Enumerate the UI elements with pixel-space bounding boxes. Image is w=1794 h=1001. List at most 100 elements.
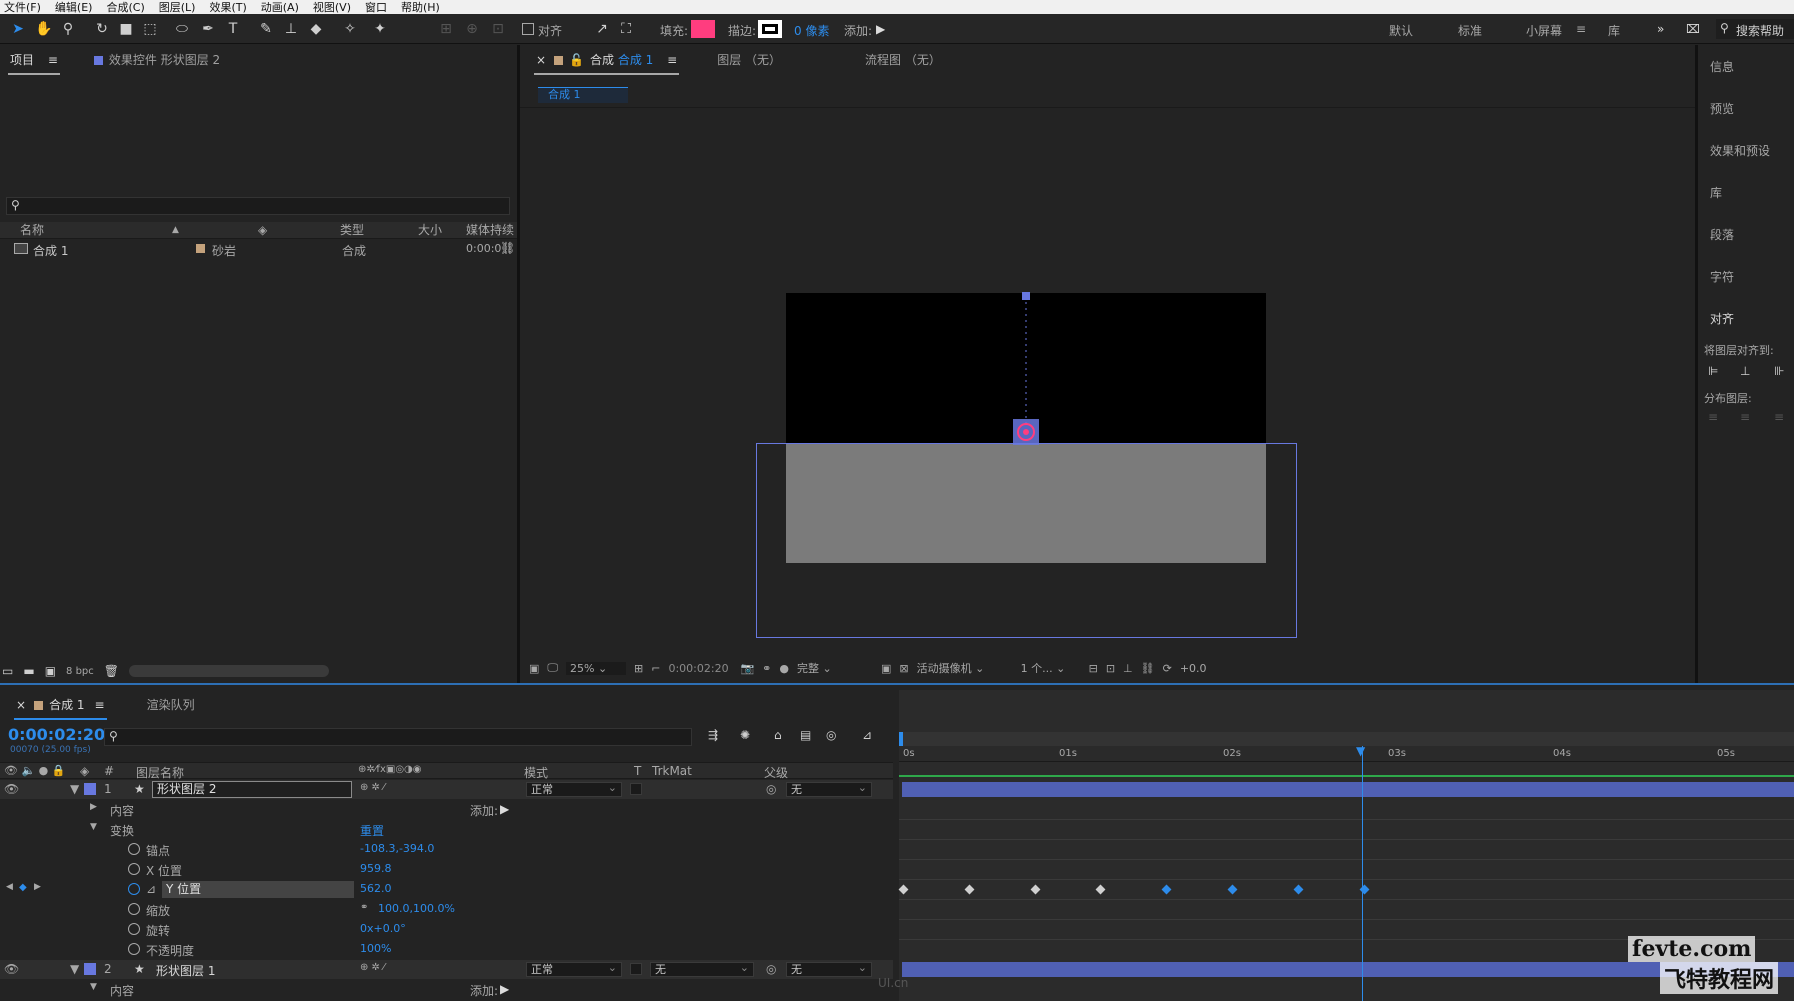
exposure-value[interactable]: +0.0	[1180, 662, 1207, 675]
col-trkmat[interactable]: TrkMat	[652, 764, 692, 778]
menu-view[interactable]: 视图(V)	[313, 0, 351, 15]
distribute-vcenter-icon[interactable]: ≡	[1740, 410, 1750, 424]
delete-icon[interactable]: 🗑	[104, 664, 119, 678]
stopwatch-icon[interactable]	[128, 903, 140, 915]
property-row-content[interactable]: ▶ 内容 添加: ▶	[0, 800, 893, 819]
region-of-interest-icon[interactable]: ⌐	[651, 662, 660, 675]
tab-project[interactable]: 项目 ≡	[0, 45, 68, 75]
flowchart-icon[interactable]: ⛓	[1141, 662, 1155, 675]
workspace-standard[interactable]: 标准	[1458, 22, 1482, 39]
stopwatch-icon[interactable]	[128, 843, 140, 855]
stopwatch-icon[interactable]	[128, 923, 140, 935]
col-type[interactable]: 类型	[340, 222, 364, 238]
pickwhip-icon[interactable]: ◎	[766, 782, 776, 796]
frame-blending-icon[interactable]: ▤	[800, 728, 811, 742]
property-row-ypos[interactable]: ◀ ◆ ▶ ⊿ Y 位置 562.0	[0, 880, 893, 899]
world-axis-icon[interactable]: ⊕	[462, 20, 482, 38]
parent-select[interactable]: 无	[786, 961, 872, 977]
property-row-scale[interactable]: 缩放 ⚭ 100.0,100.0%	[0, 900, 893, 919]
panel-character[interactable]: 字符	[1710, 268, 1734, 285]
motion-blur-icon[interactable]: ◎	[826, 728, 836, 742]
menu-composition[interactable]: 合成(C)	[106, 0, 144, 15]
prop-rotation-value[interactable]: 0x+0.0°	[360, 922, 406, 935]
channel-icon[interactable]: ●	[779, 662, 789, 675]
layer-row[interactable]: 👁 ▼ 1 ★ 形状图层 2 ⊕ ✲ ⁄ 正常 ◎ 无	[0, 780, 893, 799]
toggle-pixel-aspect-icon[interactable]: ⊟	[1089, 662, 1098, 675]
mode-select[interactable]: 正常	[526, 781, 622, 797]
property-row-content[interactable]: ▼ 内容 添加: ▶	[0, 980, 893, 999]
eraser-tool-icon[interactable]: ◆	[306, 20, 326, 38]
playhead-line[interactable]	[1362, 746, 1363, 1001]
pan-behind-tool-icon[interactable]: ⬚	[140, 20, 160, 38]
keyframe-diamond[interactable]	[1227, 884, 1238, 895]
layer-row[interactable]: 👁 ▼ 2 ★ 形状图层 1 ⊕ ✲ ⁄ 正常 无 ◎ 无	[0, 960, 893, 979]
panel-align[interactable]: 对齐	[1710, 310, 1734, 327]
twirl-down-icon[interactable]: ▼	[90, 982, 97, 992]
tab-layer[interactable]: 图层 （无）	[707, 45, 791, 75]
snap-icon[interactable]: ↗	[592, 20, 612, 38]
twirl-down-icon[interactable]: ▼	[90, 822, 97, 832]
workspace-small-screen[interactable]: 小屏幕	[1526, 22, 1562, 39]
label-color-swatch[interactable]	[196, 244, 205, 253]
keyframe-diamond[interactable]	[964, 884, 975, 895]
keyframe-diamond[interactable]	[1359, 884, 1370, 895]
menu-help[interactable]: 帮助(H)	[401, 0, 440, 15]
workspace-default[interactable]: 默认	[1389, 22, 1413, 39]
transform-reset-link[interactable]: 重置	[360, 822, 384, 839]
motion-path[interactable]	[1000, 288, 1056, 453]
panel-paragraph[interactable]: 段落	[1710, 226, 1734, 243]
stroke-width[interactable]: 0 像素	[794, 22, 829, 39]
align-left-icon[interactable]: ⊫	[1708, 364, 1718, 378]
align-checkbox[interactable]	[522, 23, 534, 35]
panel-library[interactable]: 库	[1710, 184, 1722, 201]
shy-layers-icon[interactable]: ⌂	[774, 728, 782, 742]
menu-window[interactable]: 窗口	[365, 0, 387, 15]
zoom-select[interactable]: 25% ⌄	[566, 661, 627, 675]
project-search-input[interactable]: ⚲	[6, 197, 510, 215]
keyframe-diamond[interactable]	[1161, 884, 1172, 895]
draft-3d-icon[interactable]: ✺	[740, 728, 750, 742]
tab-effect-controls[interactable]: 效果控件 形状图层 2	[84, 45, 230, 75]
comp-breadcrumb[interactable]: 合成 1	[538, 87, 628, 103]
prop-anchor-value[interactable]: -108.3,-394.0	[360, 842, 434, 855]
distribute-top-icon[interactable]: ≡	[1708, 410, 1718, 424]
col-size[interactable]: 大小	[418, 222, 442, 238]
keyframe-diamond[interactable]	[1095, 884, 1106, 895]
camera-select[interactable]: 活动摄像机 ⌄	[917, 660, 1013, 676]
comp-mini-flowchart-icon[interactable]: ⇶	[708, 728, 718, 742]
flow-icon[interactable]: ⛓	[500, 241, 515, 255]
col-name[interactable]: 名称	[20, 222, 44, 238]
new-folder-icon[interactable]: ▬	[23, 664, 34, 678]
list-item[interactable]: 合成 1 砂岩 合成 0:00:0 ⛓	[0, 240, 517, 258]
layer-switches[interactable]: ⊕ ✲ ⁄	[360, 962, 385, 973]
panel-effects-presets[interactable]: 效果和预设	[1710, 142, 1770, 159]
clone-stamp-tool-icon[interactable]: ⊥	[281, 20, 301, 38]
tab-timeline-comp[interactable]: × 合成 1 ≡	[6, 690, 115, 720]
local-axis-icon[interactable]: ⊞	[436, 20, 456, 38]
col-layer-name[interactable]: 图层名称	[136, 764, 184, 781]
menu-file[interactable]: 文件(F)	[4, 0, 41, 15]
views-select[interactable]: 1 个... ⌄	[1021, 660, 1081, 676]
transparency-grid-icon[interactable]: ⊠	[899, 662, 908, 675]
resolution-select[interactable]: 完整 ⌄	[797, 660, 873, 676]
timeline-icon[interactable]: ⊥	[1123, 662, 1133, 675]
rotate-tool-icon[interactable]: ↻	[92, 20, 112, 38]
twirl-down-icon[interactable]: ▼	[70, 962, 79, 976]
add-property-arrow-icon[interactable]: ▶	[500, 982, 509, 996]
property-row-transform[interactable]: ▼ 变换 重置	[0, 820, 893, 839]
work-area-start[interactable]	[899, 732, 903, 746]
tab-composition[interactable]: × 🔓 合成 合成 1 ≡	[526, 45, 687, 75]
prop-xpos-value[interactable]: 959.8	[360, 862, 392, 875]
camera-tool-icon[interactable]: ■	[116, 20, 136, 38]
mode-select[interactable]: 正常	[526, 961, 622, 977]
menu-edit[interactable]: 编辑(E)	[55, 0, 93, 15]
playhead-handle-icon[interactable]: ▼	[1356, 744, 1365, 758]
add-property-arrow-icon[interactable]: ▶	[500, 802, 509, 816]
brush-tool-icon[interactable]: ✎	[256, 20, 276, 38]
graph-icon[interactable]: ⊿	[146, 882, 156, 896]
label-color-swatch[interactable]	[84, 963, 96, 975]
view-axis-icon[interactable]: ⊡	[488, 20, 508, 38]
roto-brush-tool-icon[interactable]: ✧	[340, 20, 360, 38]
timeline-search-input[interactable]: ⚲	[104, 728, 692, 746]
prop-opacity-value[interactable]: 100%	[360, 942, 391, 955]
